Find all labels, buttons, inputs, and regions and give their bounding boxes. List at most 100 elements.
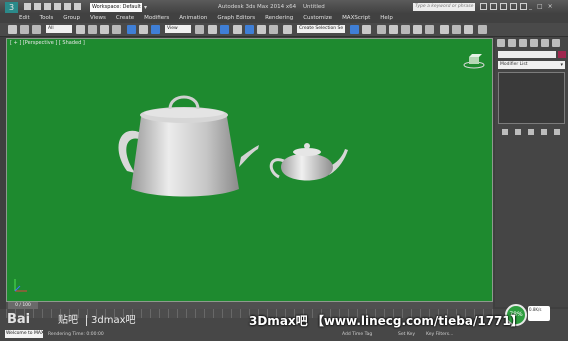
scale-icon[interactable] [151, 25, 160, 34]
menu-tools[interactable]: Tools [40, 14, 54, 23]
undo-icon[interactable] [8, 25, 17, 34]
angle-snap-icon[interactable] [245, 25, 254, 34]
communication-icon[interactable] [500, 3, 507, 10]
save-file-icon[interactable] [44, 3, 51, 10]
menu-help[interactable]: Help [380, 14, 393, 23]
mirror-icon[interactable] [350, 25, 359, 34]
menu-animation[interactable]: Animation [179, 14, 207, 23]
close-button[interactable]: × [548, 3, 553, 11]
menu-create[interactable]: Create [116, 14, 134, 23]
selection-filter-dropdown[interactable]: All [46, 25, 72, 33]
baidu-logo: Bai [7, 312, 31, 327]
rendered-frame-icon[interactable] [452, 25, 461, 34]
select-by-name-icon[interactable] [88, 25, 97, 34]
pivot-center-icon[interactable] [195, 25, 204, 34]
object-color-swatch[interactable] [558, 51, 566, 58]
redo-icon[interactable] [64, 3, 71, 10]
menu-modifiers[interactable]: Modifiers [144, 14, 169, 23]
stack-tools [502, 129, 560, 135]
utilities-tab-icon[interactable] [552, 39, 560, 47]
spinner-snap-icon[interactable] [269, 25, 278, 34]
render-iterative-icon[interactable] [478, 25, 487, 34]
named-selection-dropdown[interactable]: Create Selection Se [297, 25, 345, 33]
frame-counter[interactable]: 0 / 100 [8, 302, 38, 309]
remove-modifier-icon[interactable] [541, 129, 547, 135]
rotate-icon[interactable] [139, 25, 148, 34]
percent-snap-icon[interactable] [257, 25, 266, 34]
time-slider[interactable]: 0 / 100 [6, 302, 493, 309]
new-file-icon[interactable] [24, 3, 31, 10]
keyboard-shortcut-icon[interactable] [220, 25, 229, 34]
small-teapot-model[interactable] [269, 143, 348, 181]
hierarchy-tab-icon[interactable] [519, 39, 527, 47]
key-filters-button[interactable]: Key Filters... [426, 332, 453, 338]
menu-rendering[interactable]: Rendering [265, 14, 293, 23]
render-time-text: Rendering Time: 0:00:00 [48, 332, 104, 337]
curve-editor-icon[interactable] [401, 25, 410, 34]
project-folder-icon[interactable] [74, 3, 81, 10]
chevron-down-icon[interactable]: ▾ [144, 4, 147, 11]
perspective-viewport[interactable]: [ + ] [Perspective ] [ Shaded ] [6, 38, 493, 302]
workspace-dropdown[interactable]: Workspace: Default [90, 3, 142, 12]
graphite-ribbon-icon[interactable] [389, 25, 398, 34]
display-tab-icon[interactable] [541, 39, 549, 47]
create-tab-icon[interactable] [497, 39, 505, 47]
watermark-divider [86, 315, 87, 326]
selection-region-icon[interactable] [100, 25, 109, 34]
edit-named-selection-icon[interactable] [283, 25, 292, 34]
schematic-view-icon[interactable] [413, 25, 422, 34]
network-speed: 0.8K/s [528, 306, 550, 321]
search-icon[interactable] [480, 3, 487, 10]
viewcube-icon[interactable] [463, 53, 485, 69]
modifier-stack[interactable] [498, 72, 565, 124]
document-title: Untitled [303, 4, 325, 10]
menu-customize[interactable]: Customize [303, 14, 332, 23]
subscription-icon[interactable] [490, 3, 497, 10]
modifier-list-dropdown[interactable]: Modifier List ▾ [498, 61, 565, 69]
material-editor-icon[interactable] [425, 25, 434, 34]
link-icon[interactable] [20, 25, 29, 34]
select-manipulate-icon[interactable] [208, 25, 217, 34]
menu-graph-editors[interactable]: Graph Editors [217, 14, 255, 23]
site-watermark: 3Dmax吧 【www.linecg.com/tieba/1771】 [249, 314, 523, 328]
modify-tab-icon[interactable] [508, 39, 516, 47]
undo-icon[interactable] [54, 3, 61, 10]
maximize-button[interactable]: □ [537, 3, 543, 11]
large-teapot-model[interactable] [118, 95, 259, 197]
select-object-icon[interactable] [76, 25, 85, 34]
infocenter-icons [480, 3, 527, 10]
menu-views[interactable]: Views [90, 14, 106, 23]
render-production-icon[interactable] [464, 25, 473, 34]
render-setup-icon[interactable] [440, 25, 449, 34]
help-icon[interactable] [520, 3, 527, 10]
unlink-icon[interactable] [32, 25, 41, 34]
make-unique-icon[interactable] [528, 129, 534, 135]
align-icon[interactable] [362, 25, 371, 34]
menu-edit[interactable]: Edit [19, 14, 30, 23]
menu-bar: Edit Tools Group Views Create Modifiers … [19, 14, 393, 23]
menu-group[interactable]: Group [63, 14, 80, 23]
favorites-icon[interactable] [510, 3, 517, 10]
snaps-toggle-icon[interactable] [233, 25, 242, 34]
viewport-scene [14, 95, 348, 292]
forum-name: 3dmax吧 [91, 315, 136, 326]
layer-manager-icon[interactable] [377, 25, 386, 34]
show-end-result-icon[interactable] [515, 129, 521, 135]
maxscript-listener[interactable]: Welcome to MAX [5, 330, 43, 338]
configure-sets-icon[interactable] [554, 129, 560, 135]
reference-coordinate-dropdown[interactable]: View [165, 25, 191, 33]
window-crossing-icon[interactable] [112, 25, 121, 34]
app-logo-icon[interactable]: 3 [5, 2, 18, 13]
minimize-button[interactable]: _ [529, 3, 532, 11]
menu-maxscript[interactable]: MAXScript [342, 14, 370, 23]
pin-stack-icon[interactable] [502, 129, 508, 135]
move-icon[interactable] [127, 25, 136, 34]
motion-tab-icon[interactable] [530, 39, 538, 47]
object-name-field[interactable] [498, 51, 556, 58]
set-key-button[interactable]: Set Key [398, 332, 415, 338]
help-search-input[interactable]: Type a keyword or phrase [413, 3, 475, 11]
open-file-icon[interactable] [34, 3, 41, 10]
app-title: Autodesk 3ds Max 2014 x64 [218, 4, 297, 10]
add-time-tag-button[interactable]: Add Time Tag [342, 332, 372, 338]
axis-tripod [14, 279, 27, 292]
